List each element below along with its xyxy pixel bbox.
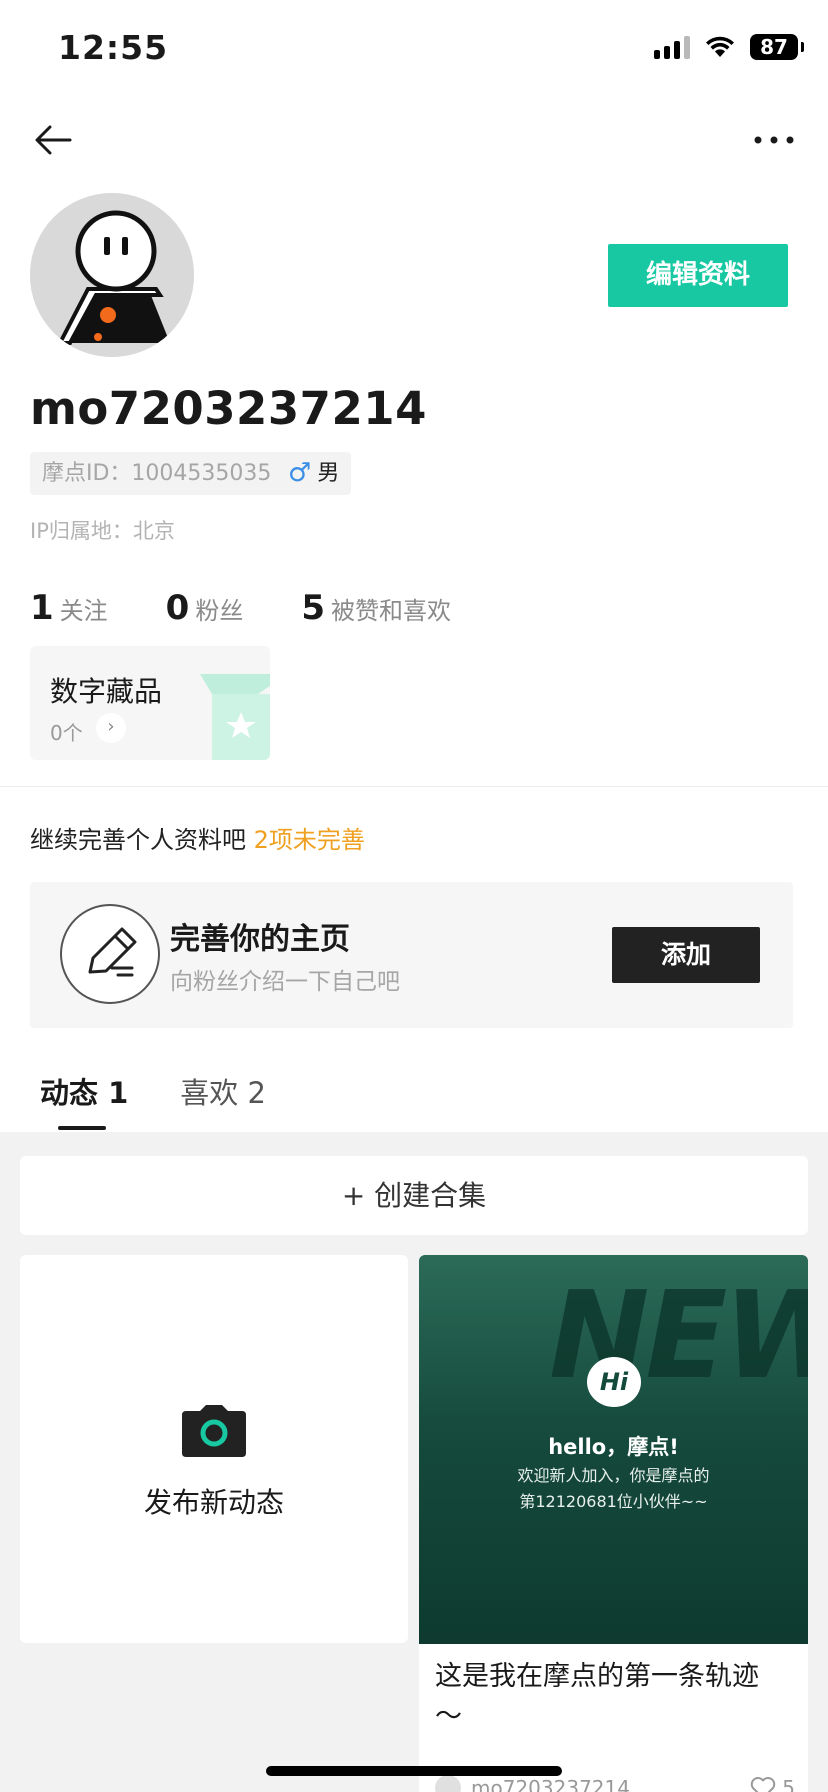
- tab-likes[interactable]: 喜欢 2: [180, 1070, 266, 1126]
- gender-label: 男: [317, 461, 340, 486]
- content-tabs: 动态 1 喜欢 2: [40, 1070, 266, 1130]
- post-caption: 这是我在摩点的第一条轨迹～: [435, 1661, 759, 1732]
- post-new-card[interactable]: 发布新动态: [20, 1255, 408, 1643]
- back-arrow-icon[interactable]: [30, 116, 78, 164]
- camera-icon: [182, 1405, 246, 1457]
- cellular-signal-icon: [654, 35, 690, 59]
- stats-row: 1 关注 0 粉丝 5 被赞和喜欢: [30, 588, 509, 628]
- home-indicator[interactable]: [266, 1766, 562, 1776]
- section-divider: [0, 786, 828, 787]
- heart-icon: [751, 1777, 776, 1792]
- edit-profile-button[interactable]: 编辑资料: [608, 244, 788, 307]
- feed-post-card[interactable]: NEW Hi hello，摩点! 欢迎新人加入，你是摩点的 第12120681位…: [419, 1255, 808, 1792]
- post-new-label: 发布新动态: [143, 1486, 284, 1519]
- digital-collectibles-card[interactable]: 数字藏品 0个 ›: [30, 646, 270, 760]
- chevron-right-icon[interactable]: ›: [96, 713, 126, 743]
- hi-badge: Hi: [587, 1357, 641, 1407]
- completion-remaining: 2项未完善: [253, 826, 365, 854]
- avatar[interactable]: [30, 193, 194, 357]
- stat-number: 5: [301, 588, 326, 628]
- add-button[interactable]: 添加: [612, 927, 760, 983]
- complete-card-subtitle: 向粉丝介绍一下自己吧: [170, 969, 400, 995]
- hello-text: hello，摩点!: [548, 1435, 679, 1459]
- battery-indicator: 87: [750, 34, 804, 60]
- post-meta: mo7203237214 5: [435, 1775, 795, 1792]
- status-icons: 87: [654, 34, 804, 60]
- collectibles-count: 0个: [50, 721, 83, 745]
- avatar-image: [30, 193, 194, 357]
- completion-prompt-text: 继续完善个人资料吧: [30, 826, 246, 854]
- stat-likes[interactable]: 5 被赞和喜欢: [301, 588, 451, 628]
- stat-label: 被赞和喜欢: [331, 597, 452, 625]
- more-options-icon[interactable]: [750, 124, 798, 156]
- edit-pencil-icon: [60, 904, 160, 1004]
- tab-posts[interactable]: 动态 1: [40, 1070, 128, 1130]
- welcome-line: 欢迎新人加入，你是摩点的: [517, 1466, 710, 1485]
- like-count[interactable]: 5: [750, 1776, 795, 1792]
- gender-tag: ♂ 男: [276, 452, 352, 495]
- stat-label: 关注: [59, 597, 108, 625]
- feed-area: + 创建合集 发布新动态 NEW Hi hello，摩点! 欢迎新人加入，你是摩…: [0, 1132, 828, 1792]
- username: mo7203237214: [30, 382, 427, 435]
- ip-location: IP归属地：北京: [30, 519, 175, 543]
- author-name: mo7203237214: [471, 1776, 630, 1792]
- wifi-icon: [706, 36, 734, 57]
- collectibles-title: 数字藏品: [50, 675, 163, 708]
- status-time: 12:55: [58, 28, 169, 67]
- post-image: NEW Hi hello，摩点! 欢迎新人加入，你是摩点的 第12120681位…: [419, 1255, 808, 1644]
- gift-box-icon: [200, 674, 270, 760]
- stat-number: 1: [30, 588, 54, 628]
- stat-number: 0: [165, 588, 190, 628]
- welcome-line: 第12120681位小伙伴~~: [519, 1492, 708, 1511]
- stat-following[interactable]: 1 关注: [30, 588, 108, 628]
- complete-card-title: 完善你的主页: [170, 922, 350, 957]
- stat-label: 粉丝: [195, 597, 244, 625]
- complete-homepage-card: 完善你的主页 向粉丝介绍一下自己吧 添加: [30, 882, 793, 1028]
- profile-completion-prompt: 继续完善个人资料吧 2项未完善: [30, 820, 365, 855]
- create-collection-button[interactable]: + 创建合集: [20, 1156, 808, 1235]
- male-icon: ♂: [288, 458, 312, 488]
- status-bar: 12:55 87: [0, 0, 828, 100]
- stat-followers[interactable]: 0 粉丝: [166, 588, 244, 628]
- author-avatar: [435, 1775, 461, 1792]
- user-id-tag[interactable]: 摩点ID：1004535035: [30, 452, 284, 495]
- welcome-text: 欢迎新人加入，你是摩点的 第12120681位小伙伴~~: [419, 1463, 808, 1515]
- like-number: 5: [782, 1776, 795, 1792]
